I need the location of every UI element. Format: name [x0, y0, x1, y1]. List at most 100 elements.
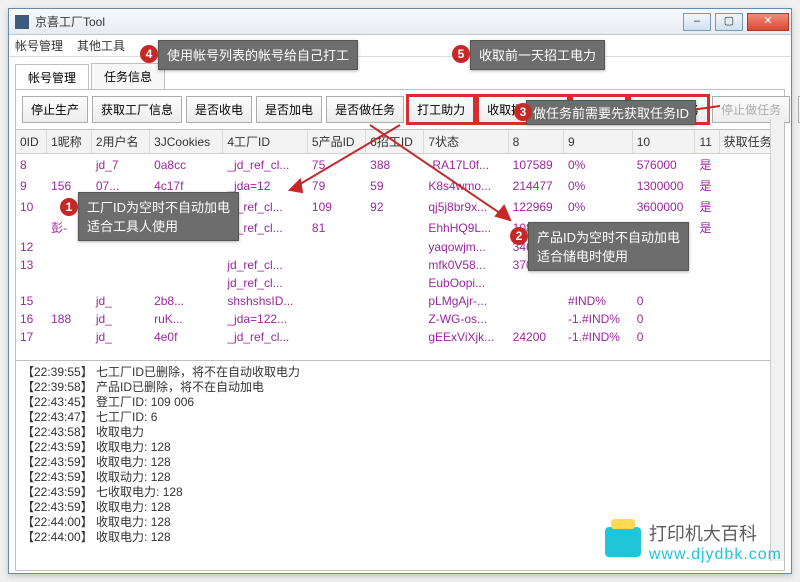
is-task-button[interactable]: 是否做任务: [326, 96, 404, 123]
cell-nick: [47, 256, 92, 274]
cell-c8: [508, 274, 563, 292]
table-row[interactable]: 17jd_4e0f_jd_ref_cl...gEExViXjk...24200-…: [16, 328, 784, 346]
cell-id: 8: [16, 154, 47, 176]
cell-c9: 0%: [563, 196, 632, 217]
column-header-10[interactable]: 10: [632, 130, 695, 154]
callout-3: 做任务前需要先获取任务ID: [526, 100, 696, 125]
cell-recruit: yaqowjm...: [424, 238, 508, 256]
cell-nick: [47, 292, 92, 310]
cell-c8: [508, 310, 563, 328]
log-line: 【22:43:59】 七收取电力: 128: [22, 485, 778, 500]
cell-id: 16: [16, 310, 47, 328]
arrow-to-product-id: [360, 120, 520, 230]
cell-cookie: [150, 256, 223, 274]
table-row[interactable]: 16188jd_ruK..._jda=122...Z-WG-os...-1.#I…: [16, 310, 784, 328]
cell-c10: 1300000: [632, 175, 695, 196]
get-factory-info-button[interactable]: 获取工厂信息: [92, 96, 182, 123]
cell-user: jd_: [91, 310, 149, 328]
cell-id: 13: [16, 256, 47, 274]
watermark-text: 打印机大百科: [649, 520, 782, 546]
cell-c11: [695, 256, 719, 274]
titlebar[interactable]: 京喜工厂Tool – ▢ ✕: [9, 9, 791, 35]
menubar: 帐号管理 其他工具: [9, 35, 791, 57]
is-collect-button[interactable]: 是否收电: [186, 96, 252, 123]
badge-4: 4: [140, 45, 158, 63]
app-icon: [15, 15, 29, 29]
cell-c10: 0: [632, 328, 695, 346]
cell-fid: jd_ref_cl...: [223, 274, 308, 292]
cell-c10: 576000: [632, 154, 695, 176]
column-header-2[interactable]: 2用户名: [91, 130, 149, 154]
cell-recruit: mfk0V58...: [424, 256, 508, 274]
table-row[interactable]: 15jd_2b8...shshshsID...pLMgAjr-...#IND%0: [16, 292, 784, 310]
log-line: 【22:43:59】 收取动力: 128: [22, 470, 778, 485]
cell-c11: [695, 238, 719, 256]
cell-cookie: ruK...: [150, 310, 223, 328]
callout-1-line2: 适合工具人使用: [87, 216, 230, 235]
column-header-3[interactable]: 3JCookies: [150, 130, 223, 154]
callout-5: 收取前一天招工电力: [470, 40, 605, 70]
stop-production-button[interactable]: 停止生产: [22, 96, 88, 123]
cell-pid: [366, 310, 424, 328]
is-charge-button[interactable]: 是否加电: [256, 96, 322, 123]
column-header-9[interactable]: 9: [563, 130, 632, 154]
cell-c11: [695, 328, 719, 346]
cell-fid: jd_ref_cl...: [223, 256, 308, 274]
vertical-scrollbar[interactable]: [770, 119, 784, 561]
tab-tasks[interactable]: 任务信息: [91, 63, 165, 89]
cell-c8: 24200: [508, 328, 563, 346]
cell-fid: _jda=122...: [223, 310, 308, 328]
callout-1-line1: 工厂ID为空时不自动加电: [87, 197, 230, 216]
cell-id: [16, 217, 47, 238]
cell-c9: 0%: [563, 154, 632, 176]
column-header-1[interactable]: 1昵称: [47, 130, 92, 154]
callout-1: 工厂ID为空时不自动加电 适合工具人使用: [78, 192, 239, 241]
badge-5: 5: [452, 45, 470, 63]
watermark: 打印机大百科 www.djydbk.com: [605, 520, 782, 564]
cell-fid2: 81: [307, 217, 365, 238]
menu-tools[interactable]: 其他工具: [77, 37, 125, 54]
cell-user: jd_7: [91, 154, 149, 176]
log-line: 【22:43:59】 收取电力: 128: [22, 455, 778, 470]
maximize-button[interactable]: ▢: [715, 13, 743, 31]
callout-4: 使用帐号列表的帐号给自己打工: [158, 40, 358, 70]
cell-c11: [695, 292, 719, 310]
cell-user: [91, 256, 149, 274]
cell-recruit: Z-WG-os...: [424, 310, 508, 328]
cell-c11: [695, 310, 719, 328]
printer-icon: [605, 527, 641, 557]
minimize-button[interactable]: –: [683, 13, 711, 31]
cell-c9: -1.#IND%: [563, 328, 632, 346]
cell-fid: _jd_ref_cl...: [223, 328, 308, 346]
cell-c9: [563, 274, 632, 292]
table-row[interactable]: jd_ref_cl... EubOopi...: [16, 274, 784, 292]
cell-id: [16, 274, 47, 292]
cell-recruit: EubOopi...: [424, 274, 508, 292]
cell-recruit: pLMgAjr-...: [424, 292, 508, 310]
log-line: 【22:43:59】 收取电力: 128: [22, 500, 778, 515]
cell-pid: [366, 238, 424, 256]
cell-c11: 是: [695, 196, 719, 217]
cell-c11: 是: [695, 175, 719, 196]
cell-c10: 0: [632, 292, 695, 310]
cell-cookie: 2b8...: [150, 292, 223, 310]
cell-cookie: [150, 274, 223, 292]
cell-c9: 0%: [563, 175, 632, 196]
cell-c9: #IND%: [563, 292, 632, 310]
cell-recruit: gEExViXjk...: [424, 328, 508, 346]
cell-id: 12: [16, 238, 47, 256]
close-button[interactable]: ✕: [747, 13, 789, 31]
cell-fid2: [307, 310, 365, 328]
work-help-button[interactable]: 打工助力: [408, 96, 474, 123]
cell-nick: [47, 274, 92, 292]
tab-accounts[interactable]: 帐号管理: [15, 64, 89, 90]
column-header-11[interactable]: 11: [695, 130, 719, 154]
menu-accounts[interactable]: 帐号管理: [15, 37, 63, 54]
cell-fid2: [307, 256, 365, 274]
cell-id: 10: [16, 196, 47, 217]
cell-nick: [47, 328, 92, 346]
log-line: 【22:39:58】 产品ID已删除，将不在自动加电: [22, 380, 778, 395]
log-line: 【22:43:45】 登工厂ID: 109 006: [22, 395, 778, 410]
column-header-0[interactable]: 0ID: [16, 130, 47, 154]
watermark-url: www.djydbk.com: [649, 546, 782, 564]
